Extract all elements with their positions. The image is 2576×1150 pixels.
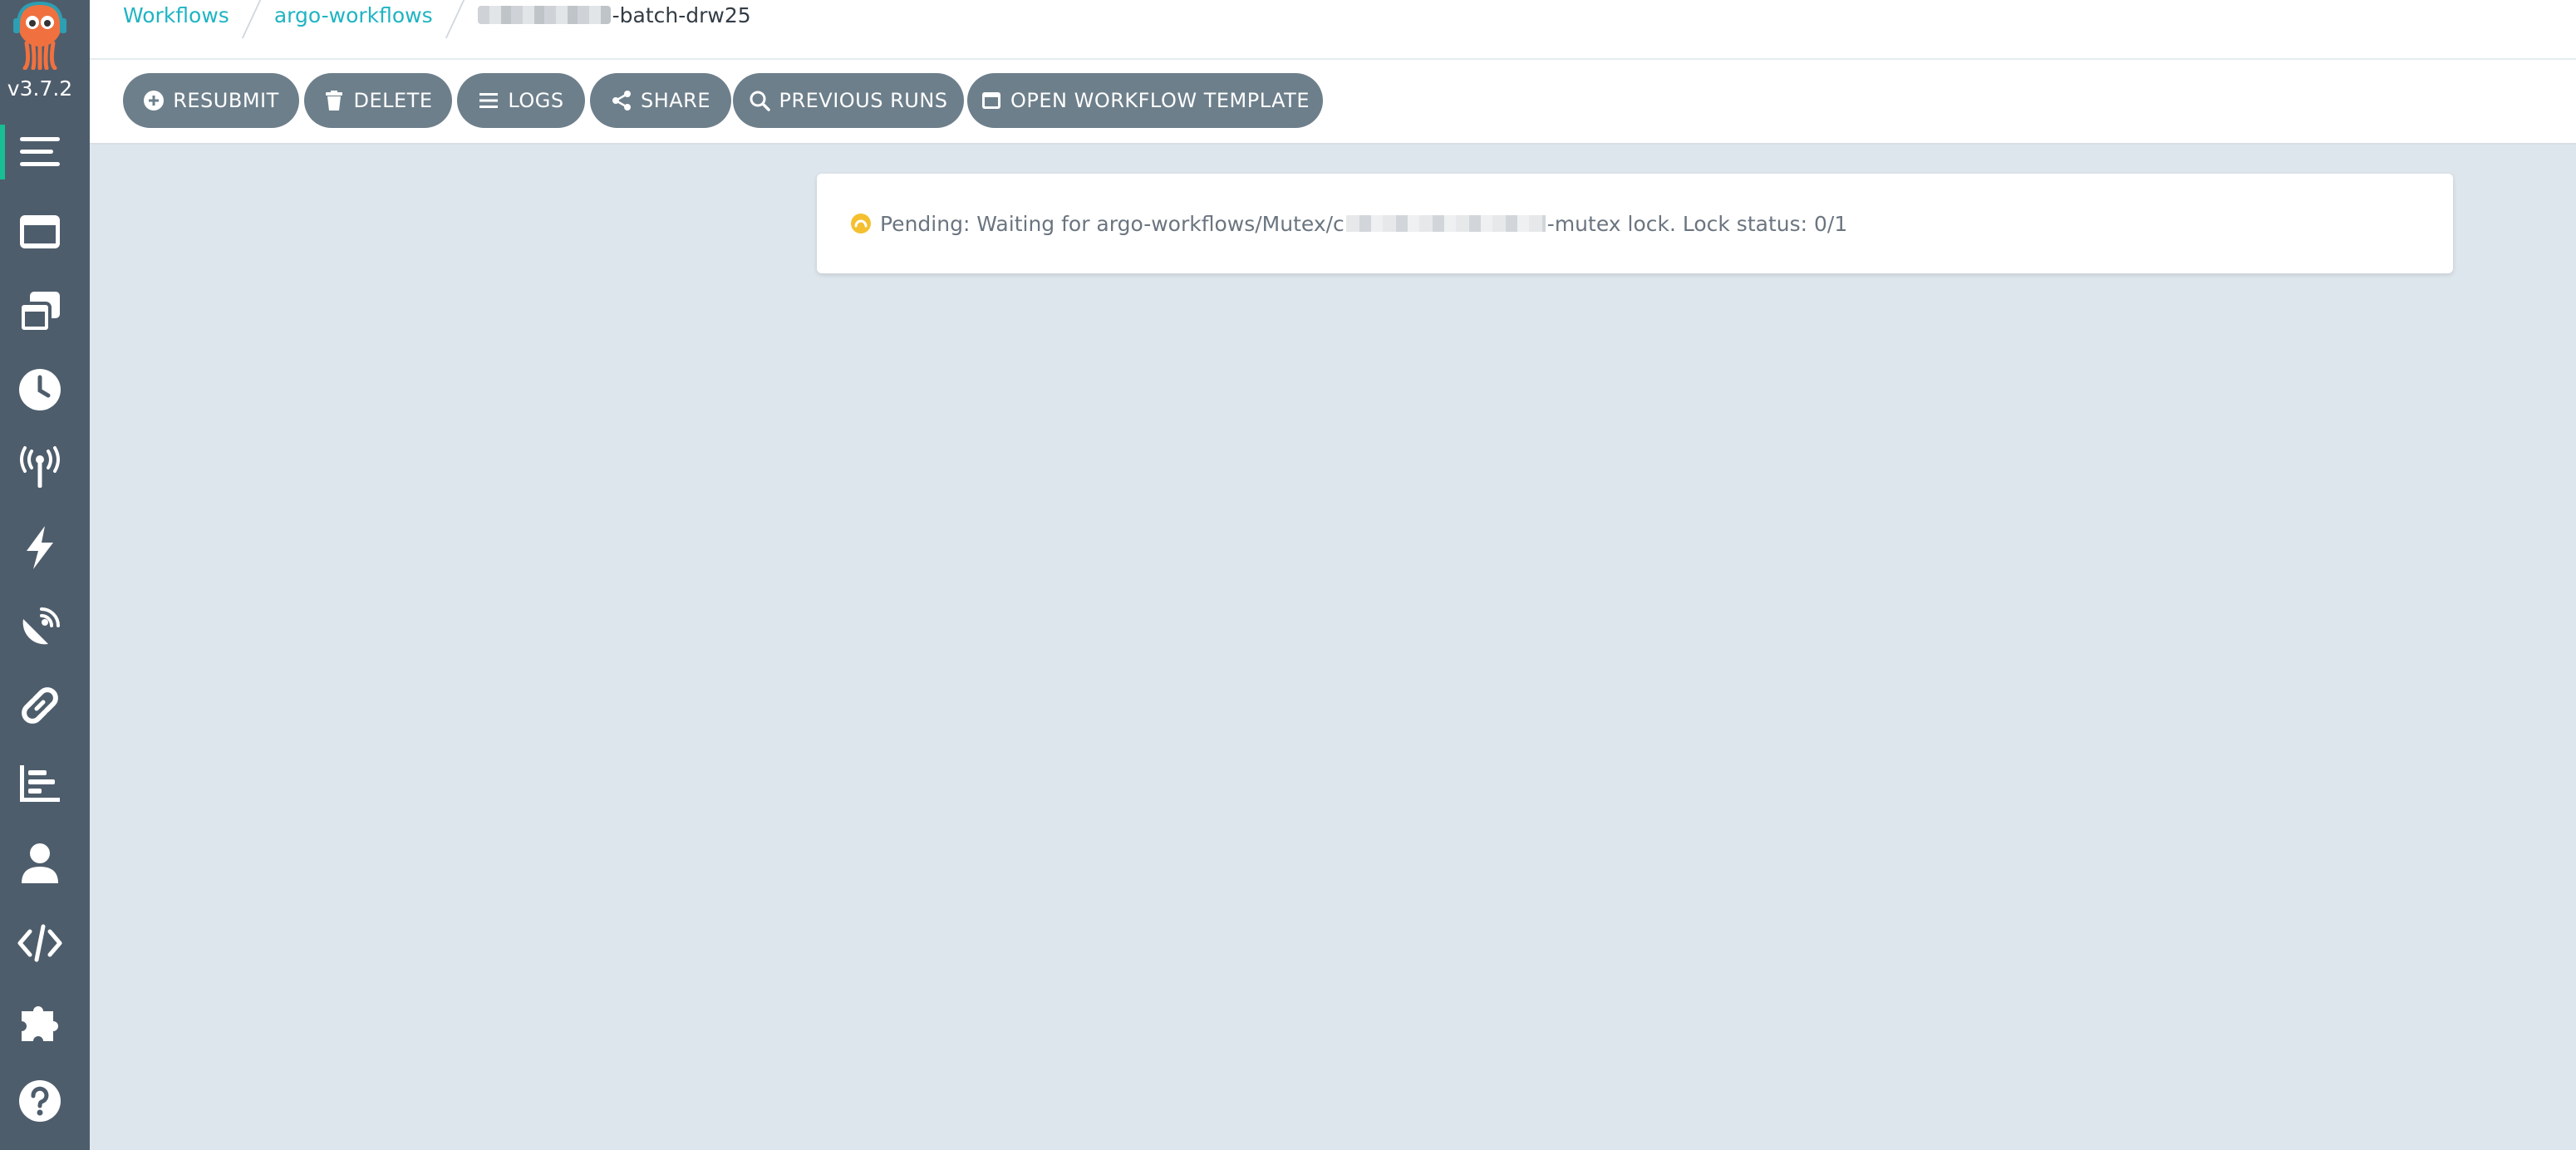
breadcrumb-separator — [241, 0, 263, 38]
search-icon — [750, 91, 771, 111]
previous-runs-label: PREVIOUS RUNS — [779, 89, 948, 112]
breadcrumb-separator — [445, 0, 465, 38]
resubmit-button[interactable]: RESUBMIT — [123, 73, 299, 128]
bars-icon — [20, 137, 60, 166]
sidebar-item-reports[interactable] — [0, 746, 90, 821]
window-icon — [981, 92, 1000, 109]
delete-button[interactable]: DELETE — [304, 73, 452, 128]
plus-circle-icon — [144, 91, 165, 111]
redacted-text — [1345, 215, 1546, 232]
pending-status-icon — [851, 214, 871, 233]
sidebar-item-api-docs[interactable] — [0, 668, 90, 743]
top-header: Workflows argo-workflows -batch-drw25 — [90, 0, 2576, 60]
logs-button[interactable]: LOGS — [457, 73, 585, 128]
puzzle-piece-icon — [22, 1006, 58, 1041]
satellite-dish-icon — [22, 607, 60, 645]
bars-icon — [479, 93, 499, 108]
window-icon — [20, 215, 60, 248]
pending-status-card: Pending: Waiting for argo-workflows/Mute… — [817, 174, 2453, 273]
bolt-icon — [27, 526, 53, 569]
sidebar-item-user[interactable] — [0, 826, 90, 901]
sidebar-item-cluster-templates[interactable] — [0, 274, 90, 349]
sidebar-item-cron-workflows[interactable] — [0, 352, 90, 427]
resubmit-label: RESUBMIT — [173, 89, 279, 112]
breadcrumb-workflows[interactable]: Workflows — [123, 3, 229, 27]
sidebar-item-api[interactable] — [0, 906, 90, 980]
logs-label: LOGS — [508, 89, 564, 112]
user-icon — [22, 843, 58, 883]
sidebar-item-event-sources[interactable] — [0, 430, 90, 505]
breadcrumb: Workflows argo-workflows -batch-drw25 — [123, 0, 751, 38]
question-circle-icon — [19, 1080, 61, 1122]
sidebar: v3.7.2 — [0, 0, 90, 1150]
status-message-suffix: -mutex lock. Lock status: 0/1 — [1546, 211, 1848, 236]
workflow-toolbar: RESUBMIT DELETE LOGS SHARE PREVIOUS RUNS… — [90, 60, 2576, 145]
delete-label: DELETE — [353, 89, 433, 112]
status-message-prefix: Pending: Waiting for argo-workflows/Mute… — [880, 211, 1345, 236]
trash-icon — [326, 91, 343, 111]
breadcrumb-current-workflow: -batch-drw25 — [477, 2, 751, 27]
sidebar-item-workflow-templates[interactable] — [0, 194, 90, 269]
broadcast-tower-icon — [20, 446, 60, 488]
code-icon — [17, 924, 62, 962]
workflow-name-suffix: -batch-drw25 — [612, 2, 751, 27]
open-workflow-template-button[interactable]: OPEN WORKFLOW TEMPLATE — [967, 73, 1323, 128]
sidebar-item-sensors[interactable] — [0, 510, 90, 585]
sidebar-item-event-flow[interactable] — [0, 590, 90, 665]
share-label: SHARE — [640, 89, 711, 112]
share-alt-icon — [612, 91, 631, 111]
version-label: v3.7.2 — [7, 76, 73, 101]
share-button[interactable]: SHARE — [590, 73, 731, 128]
clock-icon — [19, 369, 61, 410]
sidebar-item-workflows[interactable] — [0, 115, 90, 189]
clone-icon — [18, 292, 60, 333]
argo-logo-icon[interactable] — [5, 0, 75, 70]
redacted-text — [477, 6, 611, 24]
sidebar-item-help[interactable] — [0, 1064, 90, 1138]
chart-bar-icon — [20, 765, 60, 802]
previous-runs-button[interactable]: PREVIOUS RUNS — [733, 73, 964, 128]
sidebar-item-plugins[interactable] — [0, 984, 90, 1059]
open-workflow-template-label: OPEN WORKFLOW TEMPLATE — [1010, 89, 1310, 112]
link-icon — [22, 687, 58, 724]
breadcrumb-namespace[interactable]: argo-workflows — [274, 3, 433, 27]
